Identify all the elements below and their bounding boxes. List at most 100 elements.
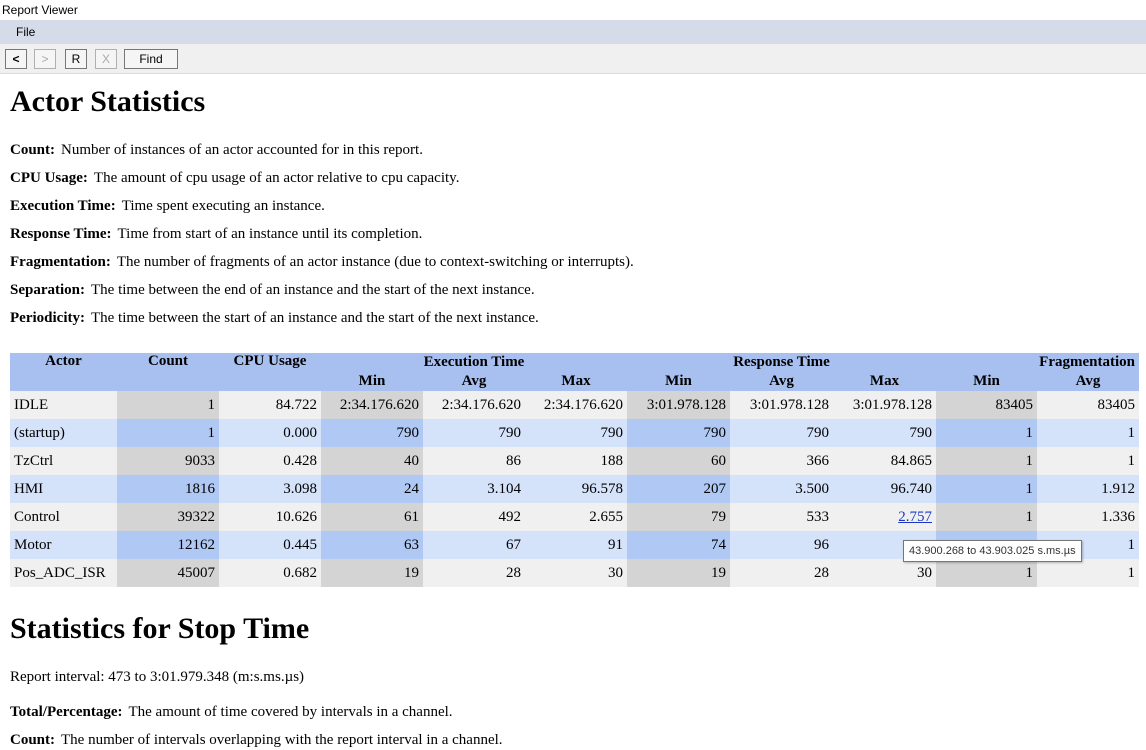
table-cell: 2:34.176.620 xyxy=(423,391,525,419)
table-cell: 96 xyxy=(730,531,833,559)
table-row: IDLE 1 84.722 2:34.176.620 2:34.176.620 2:34.… xyxy=(10,391,1139,419)
table-cell: 91 xyxy=(525,531,627,559)
find-button[interactable]: Find xyxy=(124,49,178,69)
header-resp-avg: Avg xyxy=(730,372,833,391)
table-cell: 79 xyxy=(627,503,730,531)
actor-stats-title: Actor Statistics xyxy=(10,85,206,118)
table-cell: 1 xyxy=(117,419,219,447)
forward-button[interactable]: > xyxy=(34,49,56,69)
tooltip: 43.900.268 to 43.903.025 s.ms.µs xyxy=(903,540,1082,562)
table-cell: 3:01.978.128 xyxy=(730,391,833,419)
table-cell: 96.740 xyxy=(833,475,936,503)
table-cell: 63 xyxy=(321,531,423,559)
table-cell: 3.500 xyxy=(730,475,833,503)
table-cell: 9033 xyxy=(117,447,219,475)
menu-bar: File xyxy=(0,20,1146,44)
table-cell: 1 xyxy=(117,391,219,419)
header-response-time: Response Time xyxy=(627,353,936,372)
table-cell: 1.336 xyxy=(1037,503,1139,531)
toolbar: < > R X Find xyxy=(0,44,1146,74)
max-response-link[interactable]: 2.757 xyxy=(898,509,932,525)
header-exec-max: Max xyxy=(525,372,627,391)
menu-file[interactable]: File xyxy=(10,20,41,44)
report-interval: Report interval: 473 to 3:01.979.348 (m:… xyxy=(10,669,305,685)
table-cell: 84.722 xyxy=(219,391,321,419)
actor-name-cell: Control xyxy=(10,503,117,531)
definition-response-time: Response Time: Time from start of an inst… xyxy=(10,226,423,242)
table-cell: 1 xyxy=(936,447,1037,475)
header-exec-min: Min xyxy=(321,372,423,391)
table-cell: 533 xyxy=(730,503,833,531)
table-cell: 96.578 xyxy=(525,475,627,503)
header-resp-min: Min xyxy=(627,372,730,391)
definition-separation: Separation: The time between the end of a… xyxy=(10,282,535,298)
definition-stop-count: Count: The number of intervals overlappin… xyxy=(10,732,503,748)
report-content: Actor Statistics Count: Number of instanc… xyxy=(0,74,1146,750)
table-cell: 1 xyxy=(1037,447,1139,475)
header-frag-avg: Avg xyxy=(1037,372,1139,391)
table-cell: 67 xyxy=(423,531,525,559)
table-row: (startup) 1 0.000 790 790 790 790 790 790 1 1 xyxy=(10,419,1139,447)
table-row: TzCtrl 9033 0.428 40 86 188 60 366 84.865 1 1 xyxy=(10,447,1139,475)
table-cell: 366 xyxy=(730,447,833,475)
definition-cpu-usage: CPU Usage: The amount of cpu usage of an … xyxy=(10,170,460,186)
actor-name-cell: Motor xyxy=(10,531,117,559)
header-execution-time: Execution Time xyxy=(321,353,627,372)
table-cell: 28 xyxy=(423,559,525,587)
header-frag-min: Min xyxy=(936,372,1037,391)
table-cell: 86 xyxy=(423,447,525,475)
table-cell: 1 xyxy=(1037,559,1139,587)
table-row: Control 39322 10.626 61 492 2.655 79 533 2.757 1 1… xyxy=(10,503,1139,531)
table-cell: 492 xyxy=(423,503,525,531)
definition-count: Count: Number of instances of an actor ac… xyxy=(10,142,423,158)
table-cell: 1 xyxy=(936,559,1037,587)
table-cell: 2:34.176.620 xyxy=(321,391,423,419)
table-cell: 3:01.978.128 xyxy=(833,391,936,419)
window-title: Report Viewer xyxy=(0,0,1146,20)
header-count: Count xyxy=(117,353,219,391)
table-cell: 790 xyxy=(627,419,730,447)
stop-time-title: Statistics for Stop Time xyxy=(10,612,310,645)
table-cell: 30 xyxy=(525,559,627,587)
actor-name-cell: HMI xyxy=(10,475,117,503)
actor-name-cell: Pos_ADC_ISR xyxy=(10,559,117,587)
table-cell: 790 xyxy=(423,419,525,447)
actor-name-cell: (startup) xyxy=(10,419,117,447)
header-resp-max: Max xyxy=(833,372,936,391)
table-cell: 40 xyxy=(321,447,423,475)
table-cell: 2:34.176.620 xyxy=(525,391,627,419)
table-cell: 74 xyxy=(627,531,730,559)
back-button[interactable]: < xyxy=(5,49,27,69)
definition-total-percentage: Total/Percentage: The amount of time cove… xyxy=(10,704,453,720)
table-cell: 83405 xyxy=(936,391,1037,419)
table-cell: 1.912 xyxy=(1037,475,1139,503)
header-actor: Actor xyxy=(10,353,117,391)
header-exec-avg: Avg xyxy=(423,372,525,391)
table-cell: 0.000 xyxy=(219,419,321,447)
table-cell: 1 xyxy=(936,475,1037,503)
table-cell: 19 xyxy=(321,559,423,587)
table-row: HMI 1816 3.098 24 3.104 96.578 207 3.500 96.740 1… xyxy=(10,475,1139,503)
definition-fragmentation: Fragmentation: The number of fragments of… xyxy=(10,254,634,270)
table-row: Pos_ADC_ISR 45007 0.682 19 28 30 19 28 30 1 1 xyxy=(10,559,1139,587)
actor-name-cell: TzCtrl xyxy=(10,447,117,475)
table-cell: 30 xyxy=(833,559,936,587)
table-cell: 28 xyxy=(730,559,833,587)
close-report-button[interactable]: X xyxy=(95,49,117,69)
actor-name-cell: IDLE xyxy=(10,391,117,419)
refresh-button[interactable]: R xyxy=(65,49,87,69)
definition-execution-time: Execution Time: Time spent executing an i… xyxy=(10,198,325,214)
table-cell: 0.445 xyxy=(219,531,321,559)
table-cell: 790 xyxy=(833,419,936,447)
header-cpu-usage: CPU Usage xyxy=(219,353,321,391)
table-cell: 2.655 xyxy=(525,503,627,531)
table-cell: 2.757 xyxy=(833,503,936,531)
table-cell: 3:01.978.128 xyxy=(627,391,730,419)
table-cell: 0.682 xyxy=(219,559,321,587)
table-cell: 1 xyxy=(936,419,1037,447)
table-cell: 1 xyxy=(936,503,1037,531)
table-cell: 1 xyxy=(1037,419,1139,447)
table-cell: 790 xyxy=(321,419,423,447)
table-cell: 188 xyxy=(525,447,627,475)
header-fragmentation: Fragmentation xyxy=(936,353,1139,372)
